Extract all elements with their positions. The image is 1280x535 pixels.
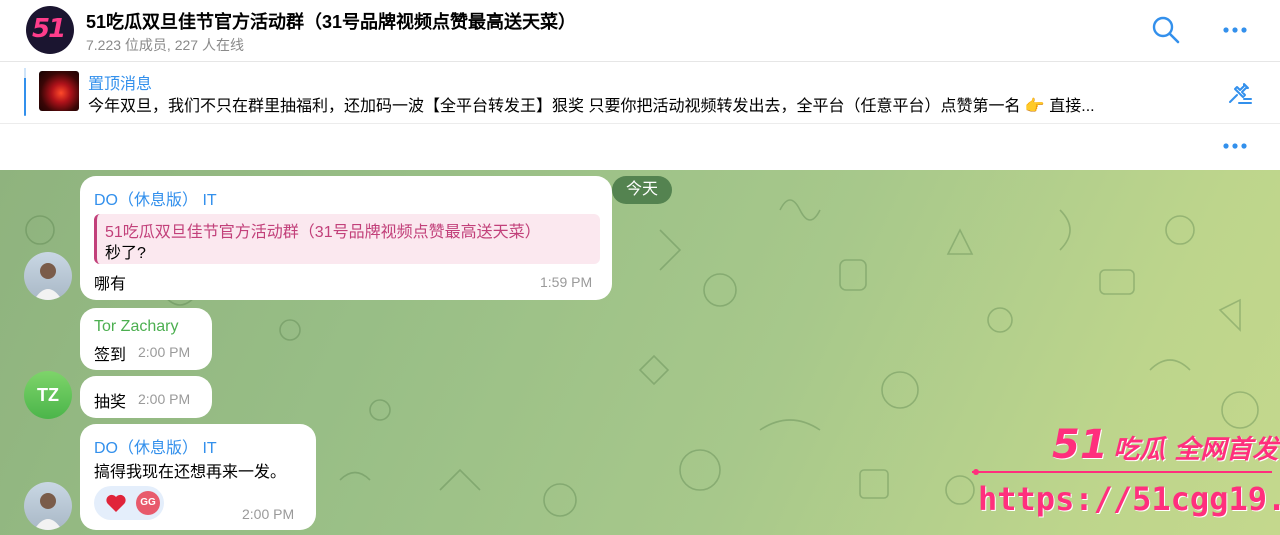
- message-text: 签到: [94, 347, 127, 364]
- pin-list-icon[interactable]: [1224, 78, 1254, 108]
- watermark-logo: 51 吃瓜 全网首发: [1052, 422, 1278, 468]
- message-time: 2:00 PM: [138, 344, 191, 360]
- person-avatar-icon: [34, 263, 62, 300]
- date-separator: 今天: [612, 176, 673, 204]
- message-text: 抽奖: [94, 394, 127, 411]
- sender-name[interactable]: DO（休息版） IT: [94, 434, 217, 458]
- group-avatar[interactable]: 51: [26, 6, 74, 54]
- heart-icon[interactable]: [104, 491, 128, 515]
- search-icon[interactable]: [1150, 14, 1182, 46]
- message-time: 1:59 PM: [540, 274, 593, 290]
- more-options-icon[interactable]: [1220, 134, 1250, 158]
- sender-name[interactable]: Tor Zachary: [94, 318, 178, 336]
- reactions[interactable]: GG: [94, 486, 164, 520]
- message-text: 哪有: [94, 276, 127, 293]
- watermark-logo-text: 吃瓜 全网首发: [1113, 435, 1279, 465]
- pinned-text: 今年双旦，我们不只在群里抽福利，还加码一波【全平台转发王】狠奖 只要你把活动视频…: [88, 98, 1095, 115]
- user-avatar-tz[interactable]: TZ: [24, 371, 72, 419]
- group-avatar-text: 51: [32, 14, 66, 44]
- more-icon[interactable]: [1220, 18, 1250, 42]
- member-count: 7.223 位成员, 227 人在线: [86, 37, 244, 53]
- message-time: 2:00 PM: [138, 391, 191, 407]
- sender-name[interactable]: DO（休息版） IT: [94, 186, 217, 210]
- group-title[interactable]: 51吃瓜双旦佳节官方活动群（31号品牌视频点赞最高送天菜）: [86, 8, 576, 34]
- watermark-url: https://51cgg19.com: [978, 480, 1280, 518]
- watermark-logo-number: 51: [1052, 422, 1108, 468]
- person-avatar-icon: [34, 493, 62, 530]
- reply-title: 51吃瓜双旦佳节官方活动群（31号品牌视频点赞最高送天菜）: [105, 224, 541, 241]
- user-avatar[interactable]: [24, 482, 72, 530]
- pinned-thumbnail: [39, 71, 79, 111]
- pinned-message-bar[interactable]: 置顶消息 今年双旦，我们不只在群里抽福利，还加码一波【全平台转发王】狠奖 只要你…: [0, 62, 1280, 124]
- reply-quote[interactable]: 51吃瓜双旦佳节官方活动群（31号品牌视频点赞最高送天菜） 秒了?: [94, 214, 600, 264]
- chat-area[interactable]: 今天 DO（休息版） IT 51吃瓜双旦佳节官方活动群（31号品牌视频点赞最高送…: [0, 170, 1280, 535]
- message-bubble[interactable]: Tor Zachary 签到 2:00 PM: [80, 308, 212, 370]
- watermark-line-icon: [972, 469, 1272, 475]
- reply-text: 秒了?: [105, 245, 146, 262]
- sub-toolbar: [0, 124, 1280, 170]
- message-bubble[interactable]: 抽奖 2:00 PM: [80, 376, 212, 418]
- pinned-indicator: [24, 68, 26, 116]
- user-avatar[interactable]: [24, 252, 72, 300]
- reaction-user-badge: GG: [136, 491, 160, 515]
- message-time: 2:00 PM: [242, 506, 295, 522]
- message-bubble[interactable]: DO（休息版） IT 搞得我现在还想再来一发。 GG 2:00 PM: [80, 424, 316, 530]
- message-bubble[interactable]: DO（休息版） IT 51吃瓜双旦佳节官方活动群（31号品牌视频点赞最高送天菜）…: [80, 176, 612, 300]
- chat-header: 51 51吃瓜双旦佳节官方活动群（31号品牌视频点赞最高送天菜） 7.223 位…: [0, 0, 1280, 62]
- message-text: 搞得我现在还想再来一发。: [94, 464, 287, 481]
- pinned-title: 置顶消息: [88, 76, 153, 93]
